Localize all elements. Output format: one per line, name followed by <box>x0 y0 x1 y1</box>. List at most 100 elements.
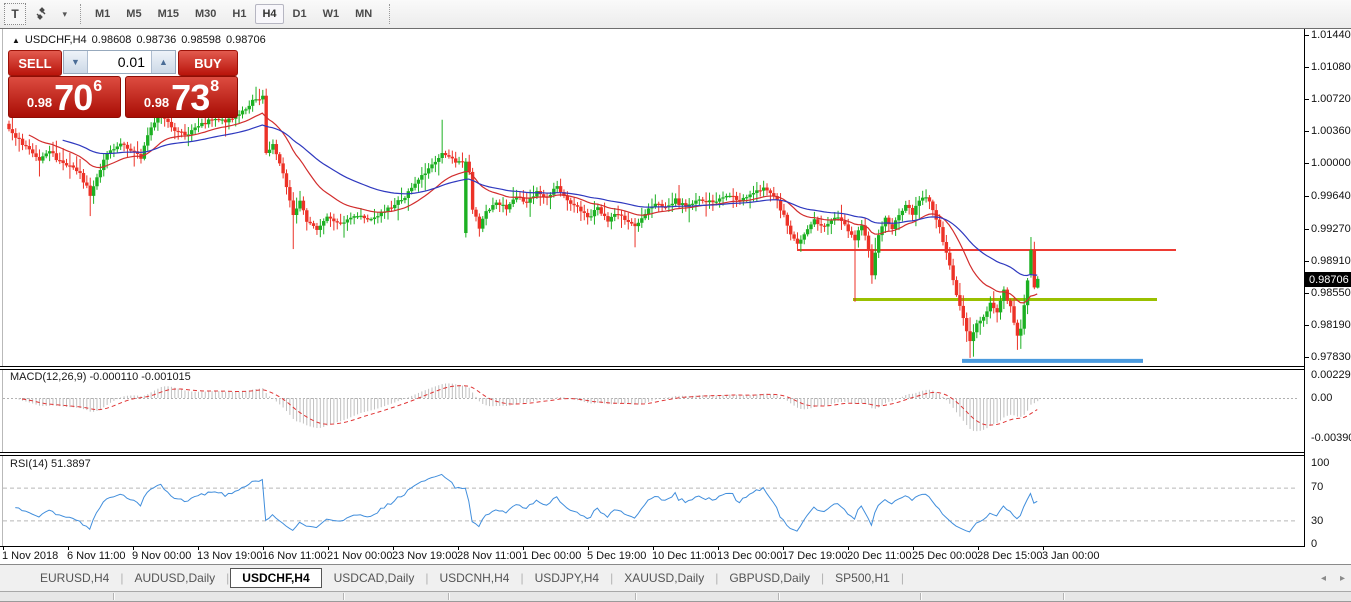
buy-price-pip: 8 <box>210 78 219 96</box>
tab-separator: | <box>715 571 718 585</box>
price-axis-label: 0.99640 <box>1311 190 1351 202</box>
time-axis-label: 10 Dec 11:00 <box>652 550 717 562</box>
timeframe-button-M5[interactable]: M5 <box>119 4 148 24</box>
rsi-axis-label: 100 <box>1311 457 1329 469</box>
tab-scroll-left-icon[interactable]: ◂ <box>1321 573 1326 584</box>
tab-separator: | <box>226 571 229 585</box>
macd-axis-label: -0.003904 <box>1311 432 1351 444</box>
price-axis-tick <box>1305 357 1309 358</box>
time-axis-label: 1 Dec 00:00 <box>522 550 581 562</box>
arrows-tool-button[interactable]: ▾ <box>30 4 70 24</box>
buy-price-big: 73 <box>171 82 209 114</box>
timeframe-button-M1[interactable]: M1 <box>88 4 117 24</box>
ohlc-low: 0.98598 <box>181 34 221 46</box>
price-axis-label: 1.00000 <box>1311 157 1351 169</box>
timeframe-buttons: M1M5M15M30H1H4D1W1MN <box>88 4 379 24</box>
current-price-box: 0.98706 <box>1305 272 1351 287</box>
text-tool-button[interactable]: T <box>4 3 26 25</box>
sell-price-pip: 6 <box>93 78 102 96</box>
price-axis-tick <box>1305 229 1309 230</box>
symbol-period-label: USDCHF,H4 <box>25 34 87 46</box>
chart-tab-USDCNH-H4[interactable]: USDCNH,H4 <box>429 568 519 588</box>
rsi-axis-label: 70 <box>1311 481 1323 493</box>
chart-tab-EURUSD-H4[interactable]: EURUSD,H4 <box>30 568 119 588</box>
time-axis-label: 13 Nov 19:00 <box>197 550 262 562</box>
price-axis-label: 0.98910 <box>1311 255 1351 267</box>
timeframe-button-M15[interactable]: M15 <box>151 4 186 24</box>
time-axis-label: 20 Dec 11:00 <box>847 550 912 562</box>
time-axis-label: 5 Dec 19:00 <box>587 550 646 562</box>
price-axis-tick <box>1305 196 1309 197</box>
macd-axis-label: 0.00 <box>1311 392 1332 404</box>
volume-stepper: ▼ ▲ <box>63 50 176 74</box>
status-bar-separator <box>920 593 922 600</box>
price-axis[interactable]: 0.98706 1.014401.010801.007201.003601.00… <box>1304 29 1351 547</box>
time-axis-label: 21 Nov 00:00 <box>327 550 392 562</box>
price-axis-tick <box>1305 163 1309 164</box>
time-axis[interactable]: 1 Nov 2018 6 Nov 11:00 9 Nov 00:00 13 Nov 1… <box>0 547 1351 564</box>
volume-input[interactable] <box>88 51 151 73</box>
price-axis-label: 1.00360 <box>1311 125 1351 137</box>
arrows-icon <box>33 6 49 22</box>
toolbar-separator <box>389 4 391 24</box>
buy-button[interactable]: BUY <box>178 50 238 76</box>
timeframe-button-M30[interactable]: M30 <box>188 4 223 24</box>
buy-price-panel[interactable]: 0.98 73 8 <box>125 76 238 118</box>
chart-tab-AUDUSD-Daily[interactable]: AUDUSD,Daily <box>124 568 225 588</box>
mt4-window: T ▾ M1M5M15M30H1H4D1W1MN ▲ USDCHF,H4 0.9… <box>0 0 1351 602</box>
collapse-icon[interactable]: ▲ <box>12 36 20 45</box>
timeframe-button-W1[interactable]: W1 <box>316 4 347 24</box>
time-axis-label: 3 Jan 00:00 <box>1042 550 1100 562</box>
triangle-up-icon: ▲ <box>159 57 168 67</box>
time-axis-label: 28 Dec 15:00 <box>977 550 1042 562</box>
chart-tab-GBPUSD-Daily[interactable]: GBPUSD,Daily <box>719 568 820 588</box>
time-axis-label: 9 Nov 00:00 <box>132 550 191 562</box>
price-axis-label: 1.01440 <box>1311 29 1351 41</box>
price-axis-tick <box>1305 35 1309 36</box>
volume-decrease-button[interactable]: ▼ <box>64 51 88 73</box>
time-axis-label: 25 Dec 00:00 <box>912 550 977 562</box>
panel-splitter[interactable] <box>0 366 1304 370</box>
tab-separator: | <box>520 571 523 585</box>
ohlc-open: 0.98608 <box>92 34 132 46</box>
sell-price-panel[interactable]: 0.98 70 6 <box>8 76 121 118</box>
status-bar-separator <box>343 593 345 600</box>
text-tool-icon: T <box>11 7 18 21</box>
current-price-value: 0.98706 <box>1309 274 1349 286</box>
price-axis-tick <box>1305 293 1309 294</box>
time-axis-label: 6 Nov 11:00 <box>67 550 126 562</box>
status-bar-separator <box>778 593 780 600</box>
tab-separator: | <box>610 571 613 585</box>
ohlc-high: 0.98736 <box>136 34 176 46</box>
price-axis-label: 0.98550 <box>1311 287 1351 299</box>
timeframe-button-H4[interactable]: H4 <box>255 4 283 24</box>
time-axis-label: 1 Nov 2018 <box>2 550 58 562</box>
price-axis-tick <box>1305 131 1309 132</box>
triangle-down-icon: ▼ <box>71 57 80 67</box>
chart-tab-XAUUSD-Daily[interactable]: XAUUSD,Daily <box>614 568 714 588</box>
sell-button[interactable]: SELL <box>8 50 62 76</box>
chevron-down-icon: ▾ <box>62 9 67 20</box>
timeframe-button-MN[interactable]: MN <box>348 4 379 24</box>
tab-scroll-right-icon[interactable]: ▸ <box>1340 573 1345 584</box>
price-axis-label: 1.00720 <box>1311 93 1351 105</box>
chart-window: ▲ USDCHF,H4 0.98608 0.98736 0.98598 0.98… <box>0 29 1351 564</box>
time-axis-label: 13 Dec 00:00 <box>717 550 782 562</box>
rsi-axis-label: 30 <box>1311 515 1323 527</box>
price-axis-label: 0.98190 <box>1311 319 1351 331</box>
macd-axis-label: 0.002297 <box>1311 369 1351 381</box>
volume-increase-button[interactable]: ▲ <box>151 51 175 73</box>
chart-tab-USDCAD-Daily[interactable]: USDCAD,Daily <box>324 568 425 588</box>
sell-button-label: SELL <box>18 56 51 71</box>
buy-button-label: BUY <box>194 56 221 71</box>
timeframe-button-H1[interactable]: H1 <box>225 4 253 24</box>
sell-price-prefix: 0.98 <box>27 95 52 110</box>
chart-tab-USDCHF-H4[interactable]: USDCHF,H4 <box>230 568 321 588</box>
sell-price-big: 70 <box>54 82 92 114</box>
timeframe-button-D1[interactable]: D1 <box>286 4 314 24</box>
tab-separator: | <box>821 571 824 585</box>
chart-tab-SP500-H1[interactable]: SP500,H1 <box>825 568 900 588</box>
price-axis-tick <box>1305 261 1309 262</box>
chart-tab-USDJPY-H4[interactable]: USDJPY,H4 <box>525 568 609 588</box>
panel-splitter[interactable] <box>0 452 1304 456</box>
